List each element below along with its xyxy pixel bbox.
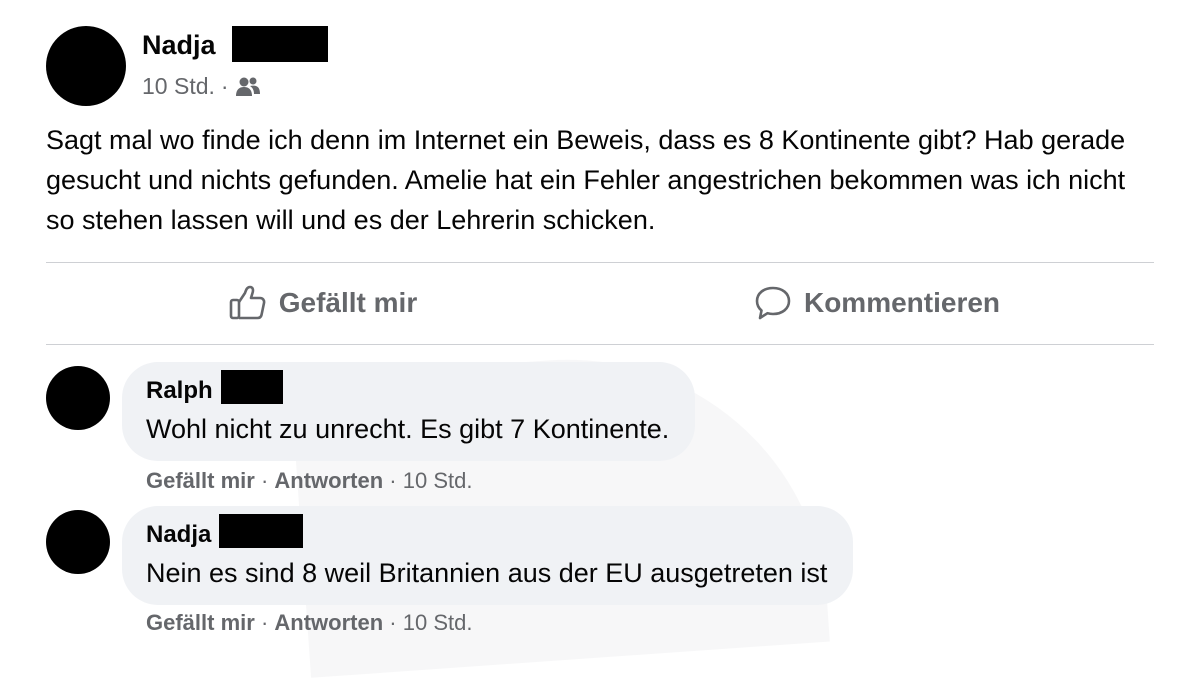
post-timestamp[interactable]: 10 Std. xyxy=(142,73,215,100)
comment-text: Nein es sind 8 weil Britannien aus der E… xyxy=(146,558,828,588)
comment-bubble: Nadja Nein es sind 8 weil Britannien aus… xyxy=(122,506,854,605)
comment-timestamp[interactable]: 10 Std. xyxy=(403,468,473,493)
like-label: Gefällt mir xyxy=(278,287,418,318)
avatar[interactable] xyxy=(46,510,110,574)
comment-text: Wohl nicht zu unrecht. Es gibt 7 Kontine… xyxy=(146,414,670,444)
separator: · xyxy=(260,468,269,493)
meta-separator: · xyxy=(220,73,229,99)
post-action-bar: Gefällt mir Kommentieren xyxy=(46,263,1154,343)
comment-label: Kommentieren xyxy=(803,287,1001,318)
post-text: Sagt mal wo finde ich denn im Internet e… xyxy=(46,125,1126,235)
comment-actions: Gefällt mir · Antworten · 10 Std. xyxy=(146,610,472,636)
redaction-bar xyxy=(220,370,283,404)
comment-author-name[interactable]: Nadja xyxy=(146,521,211,549)
comment-author-name[interactable]: Ralph xyxy=(146,377,213,405)
post-author-name[interactable]: Nadja xyxy=(142,30,216,61)
comment-actions: Gefällt mir · Antworten · 10 Std. xyxy=(146,468,472,494)
divider xyxy=(46,344,1154,345)
like-button[interactable]: Gefällt mir xyxy=(46,263,600,343)
comment-reply-link[interactable]: Antworten xyxy=(274,610,383,635)
separator: · xyxy=(389,468,397,493)
comment-like-link[interactable]: Gefällt mir xyxy=(146,610,255,635)
friends-icon[interactable] xyxy=(235,76,261,98)
separator: · xyxy=(389,610,397,635)
avatar[interactable] xyxy=(46,26,126,106)
comment-like-link[interactable]: Gefällt mir xyxy=(146,468,255,493)
comment-reply-link[interactable]: Antworten xyxy=(274,468,383,493)
comment-bubble: Ralph Wohl nicht zu unrecht. Es gibt 7 K… xyxy=(122,362,696,461)
avatar[interactable] xyxy=(46,366,110,430)
comment-button[interactable]: Kommentieren xyxy=(600,263,1154,343)
separator: · xyxy=(260,610,269,635)
thumbs-up-icon xyxy=(229,284,267,322)
speech-bubble-icon xyxy=(754,285,792,321)
redaction-bar xyxy=(219,514,304,548)
comment-timestamp[interactable]: 10 Std. xyxy=(403,610,473,635)
post-meta: 10 Std. · xyxy=(142,73,261,100)
redaction-bar xyxy=(232,26,328,62)
